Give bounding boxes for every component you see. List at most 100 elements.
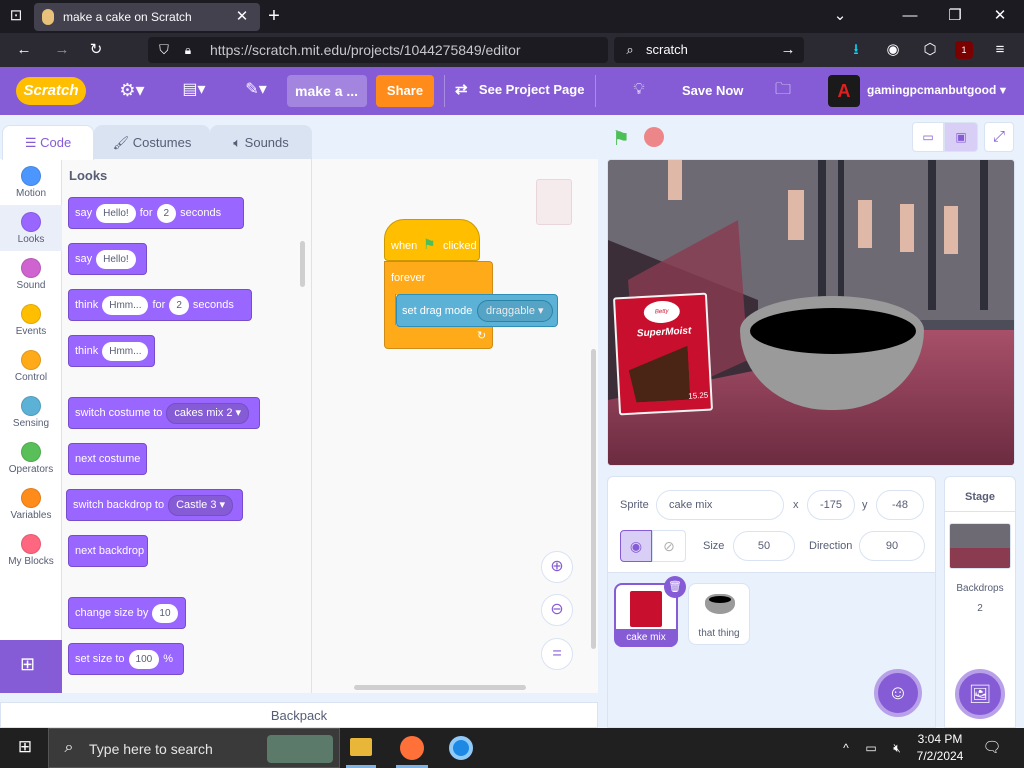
script-scrollbar-horizontal[interactable] [354,685,526,690]
category-my-blocks[interactable]: My Blocks [0,527,62,573]
set-size-block[interactable]: set size to 100% [68,643,184,675]
green-flag-icon[interactable]: ⚑ [612,126,630,151]
firefox-icon[interactable] [400,736,424,760]
username[interactable]: gamingpcmanbutgood [867,83,996,97]
say-for-block[interactable]: say Hello! for 2 seconds [68,197,244,229]
category-control[interactable]: Control [0,343,62,389]
say-block[interactable]: say Hello! [68,243,147,275]
when-flag-clicked-block[interactable]: when ⚑ clicked [384,219,480,261]
search-bar[interactable]: ⌕ scratch → [614,37,804,63]
restore-icon[interactable]: ❐ [945,6,965,26]
downloads-icon[interactable]: ⭳ [846,40,866,60]
next-costume-block[interactable]: next costume [68,443,147,475]
account-icon[interactable]: ◉ [883,40,903,60]
sprite-name-input[interactable]: cake mix [656,490,784,520]
new-tab-icon[interactable]: + [264,6,284,26]
category-variables[interactable]: Variables [0,481,62,527]
show-hidden-icons-chevron-icon[interactable]: ^ [838,738,854,758]
hide-sprite-eye-icon[interactable]: ⊘ [652,530,686,562]
stage-selector[interactable]: Stage Backdrops 2 🖼︎ [944,476,1016,728]
taskbar-search-box[interactable]: ⌕ Type here to search [48,728,340,768]
forward-icon[interactable]: → [52,40,72,60]
lightbulb-icon[interactable]: 💡︎ [628,80,650,100]
script-scrollbar-vertical[interactable] [591,349,596,649]
chrome-icon[interactable] [449,736,473,760]
drag-mode-dropdown[interactable]: draggable ▾ [477,300,553,322]
volume-muted-icon[interactable]: 🔇︎ [888,738,906,758]
script-area[interactable]: when ⚑ clicked forever ↻ set drag mode d… [312,159,598,693]
user-avatar[interactable]: A [828,75,860,107]
set-drag-mode-block[interactable]: set drag mode draggable ▾ [396,294,558,327]
reload-icon[interactable]: ↻ [86,40,106,60]
minimize-icon[interactable]: — [900,6,920,26]
settings-gear-icon[interactable]: ⚙▾ [116,80,148,100]
size-input[interactable]: 50 [733,531,795,561]
category-events[interactable]: Events [0,297,62,343]
large-stage-icon[interactable]: ▣ [944,122,978,152]
browser-tab[interactable]: make a cake on Scratch ✕ [34,3,260,31]
clock-time[interactable]: 3:04 PM [914,732,966,746]
edit-menu-icon[interactable]: ✎▾ [240,80,272,100]
add-extension-button[interactable]: ⊞ [0,640,62,693]
tab-sounds[interactable]: 🔈︎ Sounds [210,125,312,160]
forever-block[interactable]: forever [384,261,493,295]
see-project-page-button[interactable]: ⇄ See Project Page [455,80,584,102]
block-input[interactable]: Hmm... [102,296,149,315]
shield-icon[interactable]: ⛉ [154,40,174,60]
choose-sprite-icon[interactable]: ☺ [874,669,922,717]
block-input[interactable]: 10 [152,604,178,623]
lock-icon[interactable]: 🔒︎ [180,40,196,60]
category-motion[interactable]: Motion [0,159,62,205]
save-now-button[interactable]: Save Now [682,83,743,98]
reset-zoom-icon[interactable]: = [541,638,573,670]
cake-mix-sprite[interactable]: Betty Crocker SuperMoist 15.25 [612,292,714,416]
scratch-logo[interactable]: Scratch [16,77,86,105]
x-position-input[interactable]: -175 [807,490,855,520]
share-button[interactable]: Share [376,75,434,107]
app-menu-icon[interactable]: ≡ [990,40,1010,60]
fullscreen-icon[interactable]: ⤢ [984,122,1014,152]
stop-icon[interactable] [644,127,664,147]
block-input[interactable]: 2 [169,296,189,315]
switch-costume-block[interactable]: switch costume to cakes mix 2 ▾ [68,397,260,429]
block-input[interactable]: 100 [128,650,160,669]
file-menu-icon[interactable]: ▤▾ [178,80,210,100]
tab-code[interactable]: ☰ Code [2,125,94,160]
ublock-icon[interactable]: 1 [955,41,973,59]
next-backdrop-block[interactable]: next backdrop [68,535,148,567]
close-tab-icon[interactable]: ✕ [232,7,252,27]
costume-dropdown[interactable]: cakes mix 2 ▾ [166,403,250,424]
show-sprite-eye-icon[interactable]: ◉ [620,530,652,562]
sprite-thumb-that-thing[interactable]: that thing [688,583,750,645]
switch-backdrop-block[interactable]: switch backdrop to Castle 3 ▾ [66,489,243,521]
direction-input[interactable]: 90 [859,531,925,561]
zoom-in-icon[interactable]: ⊕ [541,551,573,583]
y-position-input[interactable]: -48 [876,490,924,520]
clock-date[interactable]: 7/2/2024 [910,749,970,763]
project-title-input[interactable]: make a ... [287,75,367,107]
url-bar[interactable]: ⛉ 🔒︎ https://scratch.mit.edu/projects/10… [148,37,608,63]
network-icon[interactable]: ▭ [862,738,880,758]
close-window-icon[interactable]: ✕ [990,6,1010,26]
my-stuff-folder-icon[interactable]: 🗀 [772,80,794,100]
bowl-sprite[interactable] [740,296,924,410]
block-input[interactable]: Hello! [96,204,136,223]
search-go-icon[interactable]: → [778,40,798,60]
category-sound[interactable]: Sound [0,251,62,297]
zoom-out-icon[interactable]: ⊖ [541,594,573,626]
tab-costumes[interactable]: 🖌︎ Costumes [94,125,210,160]
think-for-block[interactable]: think Hmm... for 2 seconds [68,289,252,321]
change-size-block[interactable]: change size by 10 [68,597,186,629]
delete-sprite-trash-icon[interactable]: 🗑︎ [664,576,686,598]
notifications-icon[interactable]: 🗨︎ [982,738,1002,758]
stage-canvas[interactable]: Betty Crocker SuperMoist 15.25 [607,159,1015,466]
think-block[interactable]: think Hmm... [68,335,155,367]
small-stage-icon[interactable]: ▭ [912,122,944,152]
file-explorer-icon[interactable] [350,738,372,756]
block-input[interactable]: 2 [156,204,177,223]
account-chevron-down-icon[interactable]: ▼ [996,81,1010,101]
back-icon[interactable]: ← [14,40,34,60]
category-operators[interactable]: Operators [0,435,62,481]
tab-list-icon[interactable]: ⊡ [6,6,26,26]
extensions-icon[interactable]: ⬡ [920,40,940,60]
